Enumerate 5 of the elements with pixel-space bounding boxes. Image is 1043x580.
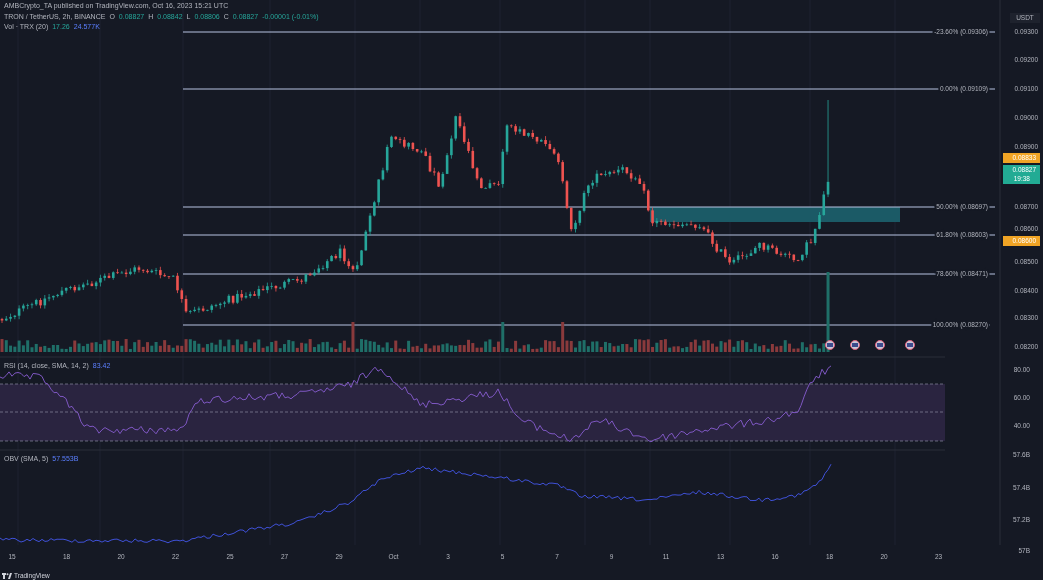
event-flag-icon[interactable] — [905, 340, 915, 350]
event-flag-icon[interactable] — [875, 340, 885, 350]
event-flag-icon[interactable] — [850, 340, 860, 350]
brand-logo-icon — [2, 572, 12, 579]
event-flag-icon[interactable] — [825, 340, 835, 350]
